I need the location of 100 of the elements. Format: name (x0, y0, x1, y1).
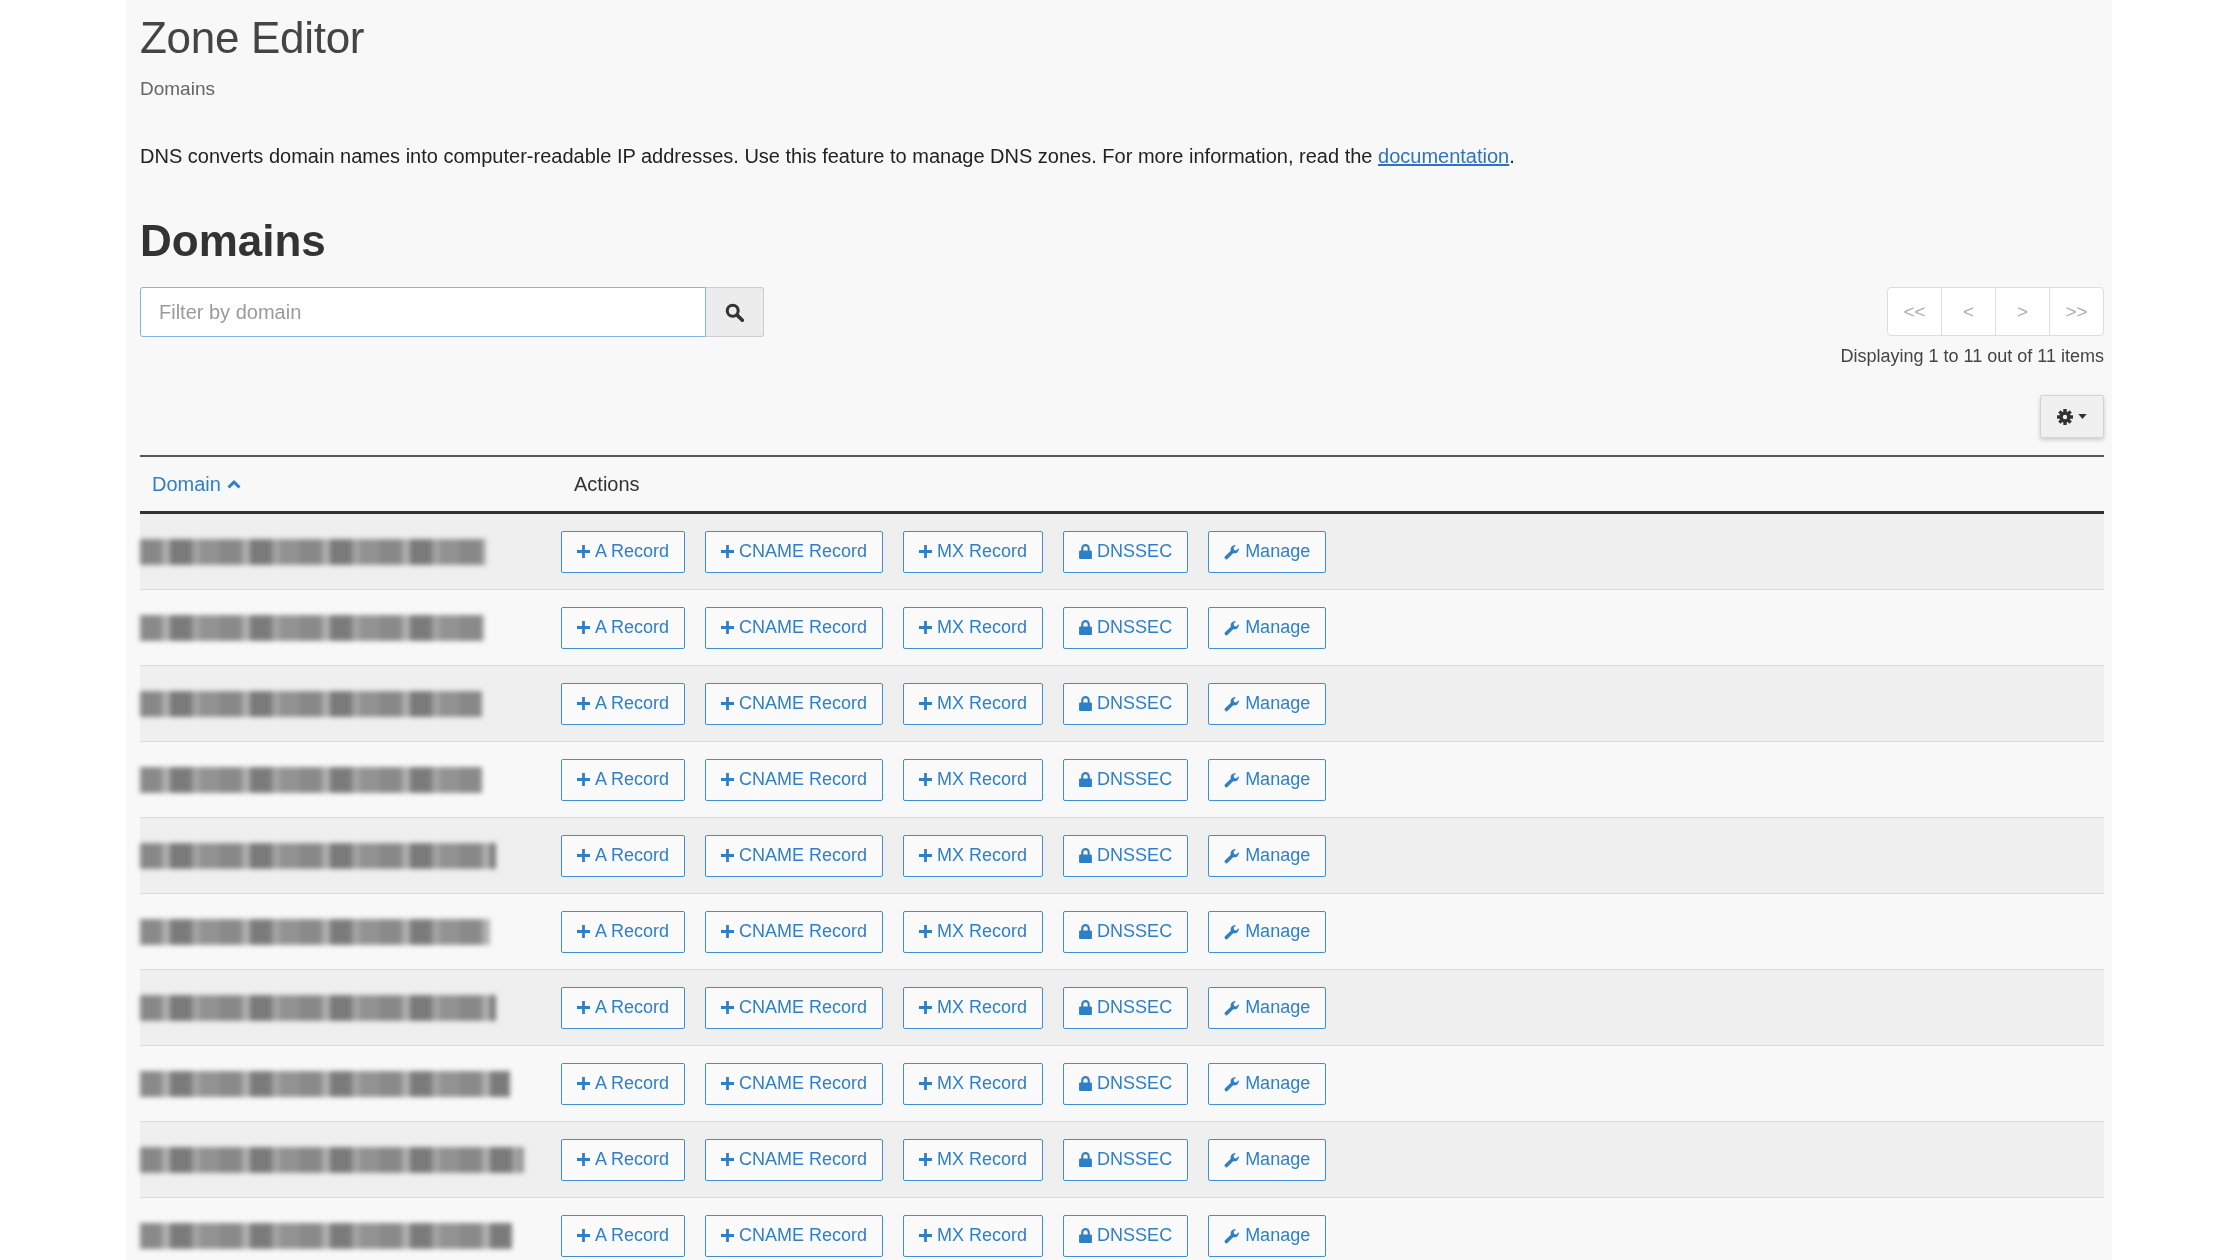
plus-icon (721, 545, 735, 558)
wrench-icon (1224, 619, 1241, 636)
action-button[interactable]: MX Record (903, 682, 1044, 725)
action-button[interactable]: CNAME Record (705, 834, 884, 877)
column-header-link[interactable]: Domain (152, 472, 241, 496)
action-button[interactable]: DNSSEC (1063, 682, 1189, 725)
action-button[interactable]: A Record (561, 834, 686, 877)
action-button[interactable]: A Record (561, 682, 686, 725)
filter-field[interactable]: Filter by domain (140, 287, 706, 337)
action-button[interactable]: CNAME Record (705, 1214, 884, 1257)
plus-icon (577, 1153, 590, 1166)
breadcrumb-text: Domains (140, 77, 216, 101)
action-button[interactable]: DNSSEC (1063, 1138, 1189, 1181)
lock-icon (1079, 696, 1093, 711)
lock-icon (1079, 620, 1093, 635)
action-button[interactable]: CNAME Record (705, 606, 884, 649)
action-button[interactable]: MX Record (903, 1062, 1044, 1105)
action-button[interactable]: Manage (1208, 986, 1327, 1029)
action-button[interactable]: MX Record (903, 1138, 1044, 1181)
column-header: Actions (574, 472, 640, 495)
plus-icon (577, 773, 590, 786)
plus-icon (721, 697, 735, 710)
action-button[interactable]: CNAME Record (705, 758, 884, 801)
wrench-icon (1224, 695, 1241, 712)
action-button[interactable]: Manage (1208, 682, 1327, 725)
action-button[interactable]: MX Record (903, 530, 1044, 573)
action-button[interactable]: DNSSEC (1063, 834, 1189, 877)
lock-icon (1079, 1152, 1093, 1167)
action-button[interactable]: DNSSEC (1063, 530, 1189, 573)
action-button[interactable]: CNAME Record (705, 530, 884, 573)
plus-icon (721, 1229, 735, 1242)
action-button[interactable]: Manage (1208, 1214, 1327, 1257)
action-button[interactable]: Manage (1208, 606, 1327, 649)
action-button[interactable]: A Record (561, 1062, 686, 1105)
action-button[interactable]: CNAME Record (705, 1138, 884, 1181)
plus-icon (577, 545, 590, 558)
action-button[interactable]: A Record (561, 1138, 686, 1181)
documentation-link[interactable]: documentation (1378, 145, 1510, 167)
action-button[interactable]: DNSSEC (1063, 606, 1189, 649)
action-button[interactable]: Manage (1208, 758, 1327, 801)
page-title: Zone Editor (140, 12, 366, 64)
wrench-icon (1224, 923, 1241, 940)
action-button[interactable]: MX Record (903, 986, 1044, 1029)
action-button[interactable]: Manage (1208, 530, 1327, 573)
action-button[interactable]: Manage (1208, 1062, 1327, 1105)
action-button[interactable]: MX Record (903, 1214, 1044, 1257)
plus-icon (919, 849, 933, 862)
lock-icon (1079, 924, 1093, 939)
search-icon (725, 302, 744, 322)
lock-icon (1079, 1000, 1093, 1015)
wrench-icon (1224, 1075, 1241, 1092)
wrench-icon (1224, 999, 1241, 1016)
plus-icon (721, 1077, 735, 1090)
settings-dropdown-button[interactable] (2040, 395, 2104, 438)
action-button[interactable]: CNAME Record (705, 986, 884, 1029)
wrench-icon (1224, 847, 1241, 864)
plus-icon (919, 1077, 933, 1090)
action-button[interactable]: A Record (561, 606, 686, 649)
action-button[interactable]: MX Record (903, 834, 1044, 877)
plus-icon (919, 545, 933, 558)
action-button[interactable]: MX Record (903, 910, 1044, 953)
plus-icon (577, 925, 590, 938)
lock-icon (1079, 772, 1093, 787)
action-button[interactable]: A Record (561, 530, 686, 573)
action-button[interactable]: DNSSEC (1063, 1062, 1189, 1105)
plus-icon (721, 1153, 735, 1166)
lock-icon (1079, 1076, 1093, 1091)
plus-icon (919, 773, 933, 786)
plus-icon (919, 1001, 933, 1014)
action-button[interactable]: MX Record (903, 606, 1044, 649)
pagination-summary: Displaying 1 to 11 out of 11 items (1840, 345, 2104, 368)
plus-icon (919, 1229, 933, 1242)
plus-icon (919, 925, 933, 938)
action-button[interactable]: DNSSEC (1063, 1214, 1189, 1257)
action-button[interactable]: Manage (1208, 1138, 1327, 1181)
wrench-icon (1224, 1151, 1241, 1168)
action-button[interactable]: CNAME Record (705, 910, 884, 953)
plus-icon (721, 849, 735, 862)
section-heading: Domains (140, 215, 327, 267)
action-button[interactable]: Manage (1208, 834, 1327, 877)
action-button[interactable]: DNSSEC (1063, 758, 1189, 801)
plus-icon (577, 849, 590, 862)
action-button[interactable]: A Record (561, 1214, 686, 1257)
action-button[interactable]: Manage (1208, 910, 1327, 953)
action-button[interactable]: CNAME Record (705, 1062, 884, 1105)
action-button[interactable]: A Record (561, 758, 686, 801)
lock-icon (1079, 848, 1093, 863)
action-button[interactable]: A Record (561, 910, 686, 953)
wrench-icon (1224, 771, 1241, 788)
plus-icon (577, 1001, 590, 1014)
action-button[interactable]: CNAME Record (705, 682, 884, 725)
description-text: DNS converts domain names into computer-readable IP addresses. Use this feature to manage DNS zones. For more information, read the documentation. (140, 144, 1516, 169)
action-button[interactable]: A Record (561, 986, 686, 1029)
wrench-icon (1224, 543, 1241, 560)
action-button[interactable]: MX Record (903, 758, 1044, 801)
action-button[interactable]: DNSSEC (1063, 910, 1189, 953)
plus-icon (721, 1001, 735, 1014)
action-button[interactable]: DNSSEC (1063, 986, 1189, 1029)
search-button[interactable] (706, 287, 764, 337)
plus-icon (721, 773, 735, 786)
